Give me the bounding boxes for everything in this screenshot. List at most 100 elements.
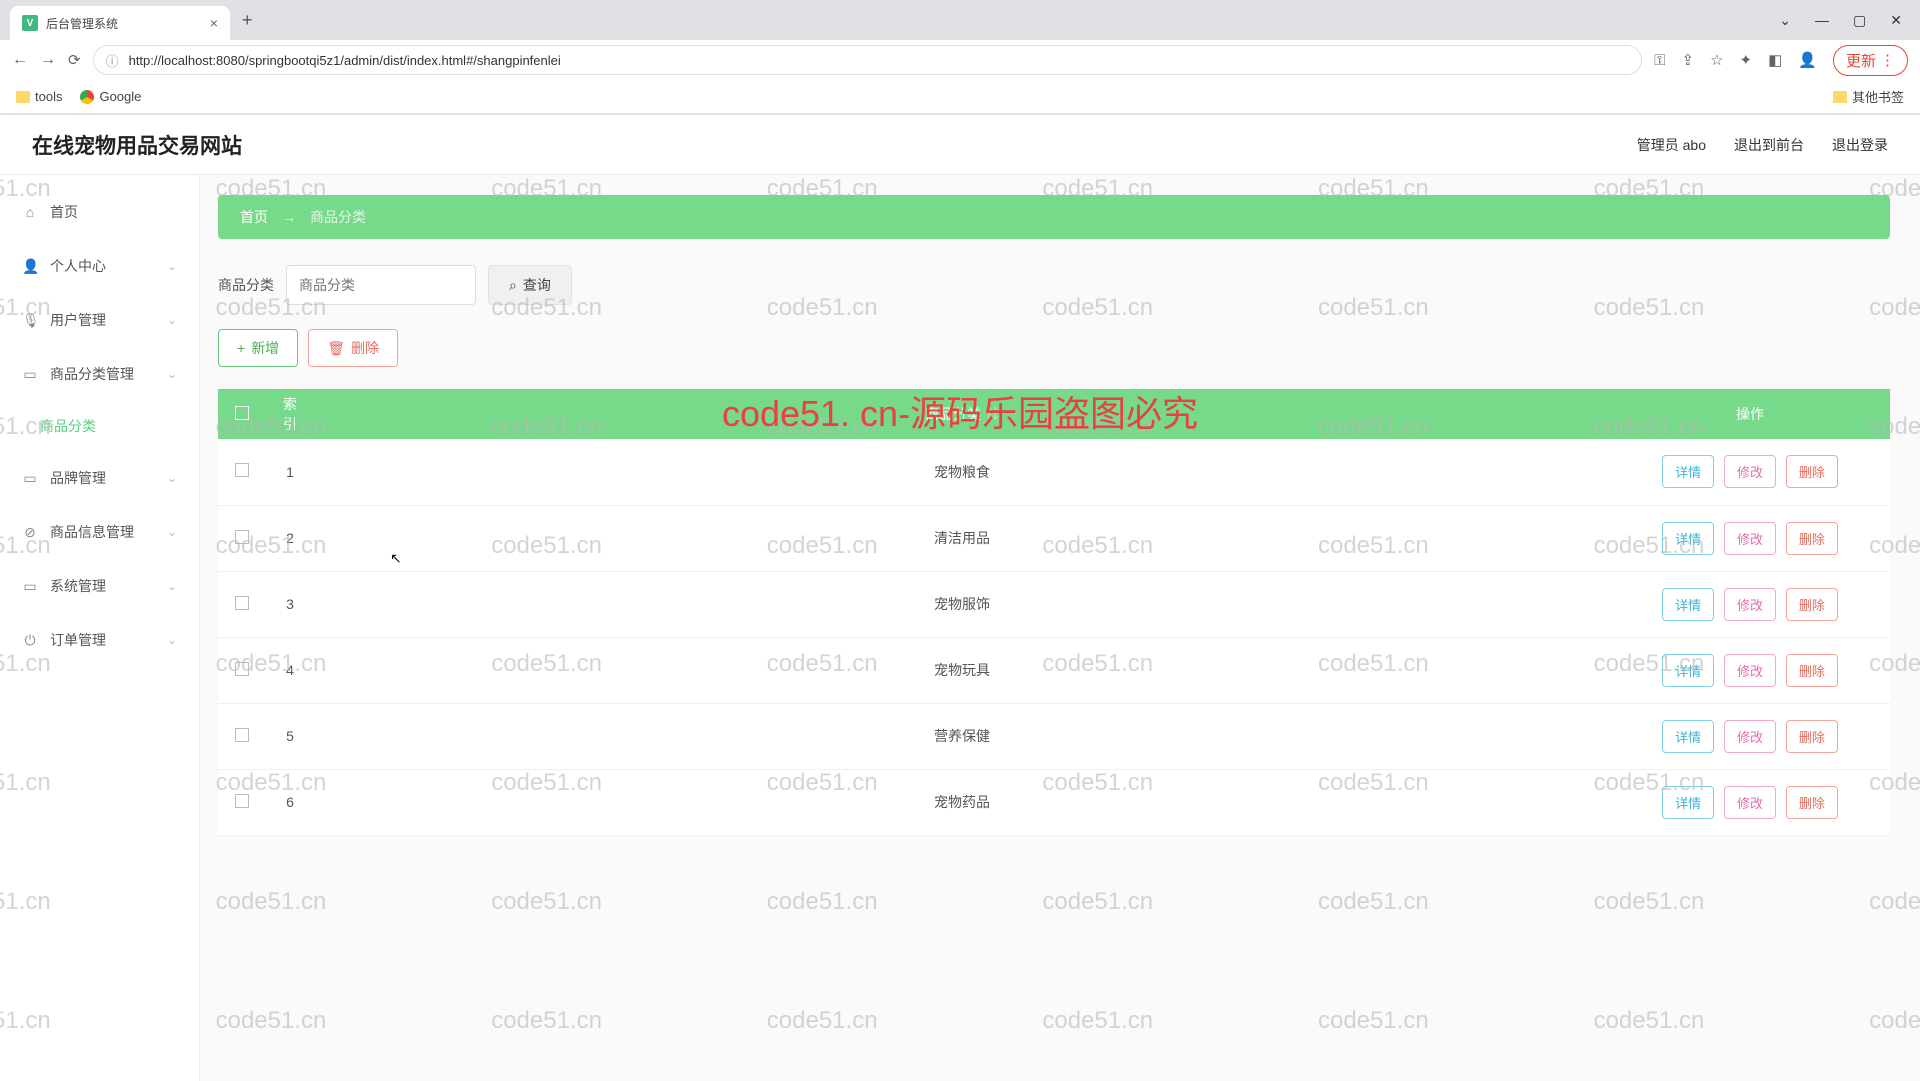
close-tab-icon[interactable]: ×	[210, 15, 218, 31]
menu-label: 首页	[50, 202, 78, 222]
detail-button[interactable]: 详情	[1662, 455, 1714, 488]
menu-icon: ⌂	[22, 204, 38, 220]
browser-chrome: V 后台管理系统 × + ⌄ — ▢ ✕ ← → ⟳ ⓘ http://loca…	[0, 0, 1920, 115]
app-header: 在线宠物用品交易网站 管理员 abo 退出到前台 退出登录	[0, 115, 1920, 175]
add-button[interactable]: + 新增	[218, 329, 298, 367]
logout-link[interactable]: 退出登录	[1832, 135, 1888, 155]
url-bar[interactable]: ⓘ http://localhost:8080/springbootqi5z1/…	[93, 45, 1643, 75]
menu-label: 用户管理	[50, 310, 106, 330]
edit-button[interactable]: 修改	[1724, 588, 1776, 621]
sidebar-item-1[interactable]: 👤 个人中心 ⌄	[0, 239, 199, 293]
row-checkbox[interactable]	[235, 596, 249, 610]
menu-label: 订单管理	[50, 630, 106, 650]
row-checkbox[interactable]	[235, 530, 249, 544]
chevron-down-icon: ⌄	[167, 579, 177, 593]
menu-icon: ▭	[22, 366, 38, 383]
search-input[interactable]	[286, 265, 476, 305]
bookmark-tools[interactable]: tools	[16, 89, 62, 104]
row-delete-button[interactable]: 删除	[1786, 720, 1838, 753]
sidebar-item-6[interactable]: ▭系统管理⌄	[0, 559, 199, 613]
breadcrumb-home[interactable]: 首页	[240, 207, 268, 227]
sidepanel-icon[interactable]: ◧	[1768, 51, 1782, 69]
bookmark-other[interactable]: 其他书签	[1833, 87, 1904, 106]
row-delete-button[interactable]: 删除	[1786, 786, 1838, 819]
new-tab-button[interactable]: +	[230, 10, 265, 31]
row-delete-button[interactable]: 删除	[1786, 522, 1838, 555]
info-icon: ⓘ	[106, 51, 119, 70]
cell-category: 清洁用品	[314, 505, 1610, 571]
col-index: 索引	[266, 389, 314, 439]
category-table: 索引 商品分类 ⇅ 操作 1 宠物粮食 详情 修改 删除 2 清洁用品 详情 修…	[218, 389, 1890, 836]
sidebar-item-4[interactable]: ▭品牌管理⌄	[0, 451, 199, 505]
sidebar-item-5[interactable]: ⊘商品信息管理⌄	[0, 505, 199, 559]
select-all-checkbox[interactable]	[235, 406, 249, 420]
profile-icon[interactable]: 👤	[1798, 51, 1817, 69]
detail-button[interactable]: 详情	[1662, 588, 1714, 621]
logout-front-link[interactable]: 退出到前台	[1734, 135, 1804, 155]
browser-tab[interactable]: V 后台管理系统 ×	[10, 6, 230, 40]
cell-index: 6	[266, 769, 314, 835]
forward-icon[interactable]: →	[40, 51, 56, 69]
detail-button[interactable]: 详情	[1662, 522, 1714, 555]
edit-button[interactable]: 修改	[1724, 654, 1776, 687]
edit-button[interactable]: 修改	[1724, 455, 1776, 488]
menu-label: 个人中心	[50, 256, 106, 276]
chevron-down-icon: ⌄	[167, 259, 177, 273]
menu-label: 商品分类管理	[50, 364, 134, 384]
admin-label[interactable]: 管理员 abo	[1637, 135, 1706, 155]
maximize-icon[interactable]: ▢	[1853, 12, 1866, 29]
breadcrumb-sep: →	[282, 209, 296, 225]
edit-button[interactable]: 修改	[1724, 786, 1776, 819]
col-category[interactable]: 商品分类 ⇅	[314, 389, 1610, 439]
search-button[interactable]: ⌕ 查询	[488, 265, 572, 305]
row-checkbox[interactable]	[235, 794, 249, 808]
detail-button[interactable]: 详情	[1662, 786, 1714, 819]
reload-icon[interactable]: ⟳	[68, 51, 81, 69]
row-checkbox[interactable]	[235, 728, 249, 742]
share-icon[interactable]: ⇪	[1682, 51, 1695, 69]
chevron-down-icon[interactable]: ⌄	[1779, 12, 1791, 29]
menu-label: 品牌管理	[50, 468, 106, 488]
delete-button[interactable]: 🗑 删除	[308, 329, 398, 367]
update-button[interactable]: 更新 ⋮	[1833, 45, 1908, 76]
star-icon[interactable]: ☆	[1710, 51, 1723, 69]
sort-icon: ⇅	[985, 406, 999, 422]
sidebar-item-7[interactable]: ⏻订单管理⌄	[0, 613, 199, 667]
chevron-down-icon: ⌄	[167, 313, 177, 327]
row-delete-button[interactable]: 删除	[1786, 588, 1838, 621]
bookmark-bar: tools Google 其他书签	[0, 80, 1920, 114]
row-delete-button[interactable]: 删除	[1786, 654, 1838, 687]
close-window-icon[interactable]: ✕	[1890, 12, 1902, 29]
folder-icon	[16, 91, 30, 103]
row-delete-button[interactable]: 删除	[1786, 455, 1838, 488]
cell-category: 宠物药品	[314, 769, 1610, 835]
submenu-item[interactable]: 商品分类	[0, 401, 199, 451]
minimize-icon[interactable]: —	[1815, 12, 1829, 29]
row-checkbox[interactable]	[235, 662, 249, 676]
edit-button[interactable]: 修改	[1724, 522, 1776, 555]
key-icon[interactable]: ⚿	[1654, 52, 1665, 69]
table-row: 6 宠物药品 详情 修改 删除	[218, 769, 1890, 835]
row-checkbox[interactable]	[235, 463, 249, 477]
cell-index: 3	[266, 571, 314, 637]
sidebar-item-0[interactable]: ⌂ 首页	[0, 185, 199, 239]
folder-icon	[1833, 91, 1847, 103]
detail-button[interactable]: 详情	[1662, 720, 1714, 753]
breadcrumb: 首页 → 商品分类	[218, 195, 1890, 239]
back-icon[interactable]: ←	[12, 51, 28, 69]
chevron-down-icon: ⌄	[167, 525, 177, 539]
edit-button[interactable]: 修改	[1724, 720, 1776, 753]
cell-index: 1	[266, 439, 314, 505]
favicon-icon: V	[22, 15, 38, 31]
url-text: http://localhost:8080/springbootqi5z1/ad…	[129, 53, 561, 68]
sidebar-item-3[interactable]: ▭商品分类管理⌄	[0, 347, 199, 401]
detail-button[interactable]: 详情	[1662, 654, 1714, 687]
cell-category: 宠物玩具	[314, 637, 1610, 703]
extension-icon[interactable]: ✦	[1740, 51, 1753, 69]
table-row: 4 宠物玩具 详情 修改 删除	[218, 637, 1890, 703]
bookmark-google[interactable]: Google	[80, 89, 141, 104]
menu-icon: 👤	[22, 258, 38, 275]
col-ops: 操作	[1610, 389, 1890, 439]
table-row: 1 宠物粮食 详情 修改 删除	[218, 439, 1890, 505]
sidebar-item-2[interactable]: 🎙用户管理⌄	[0, 293, 199, 347]
